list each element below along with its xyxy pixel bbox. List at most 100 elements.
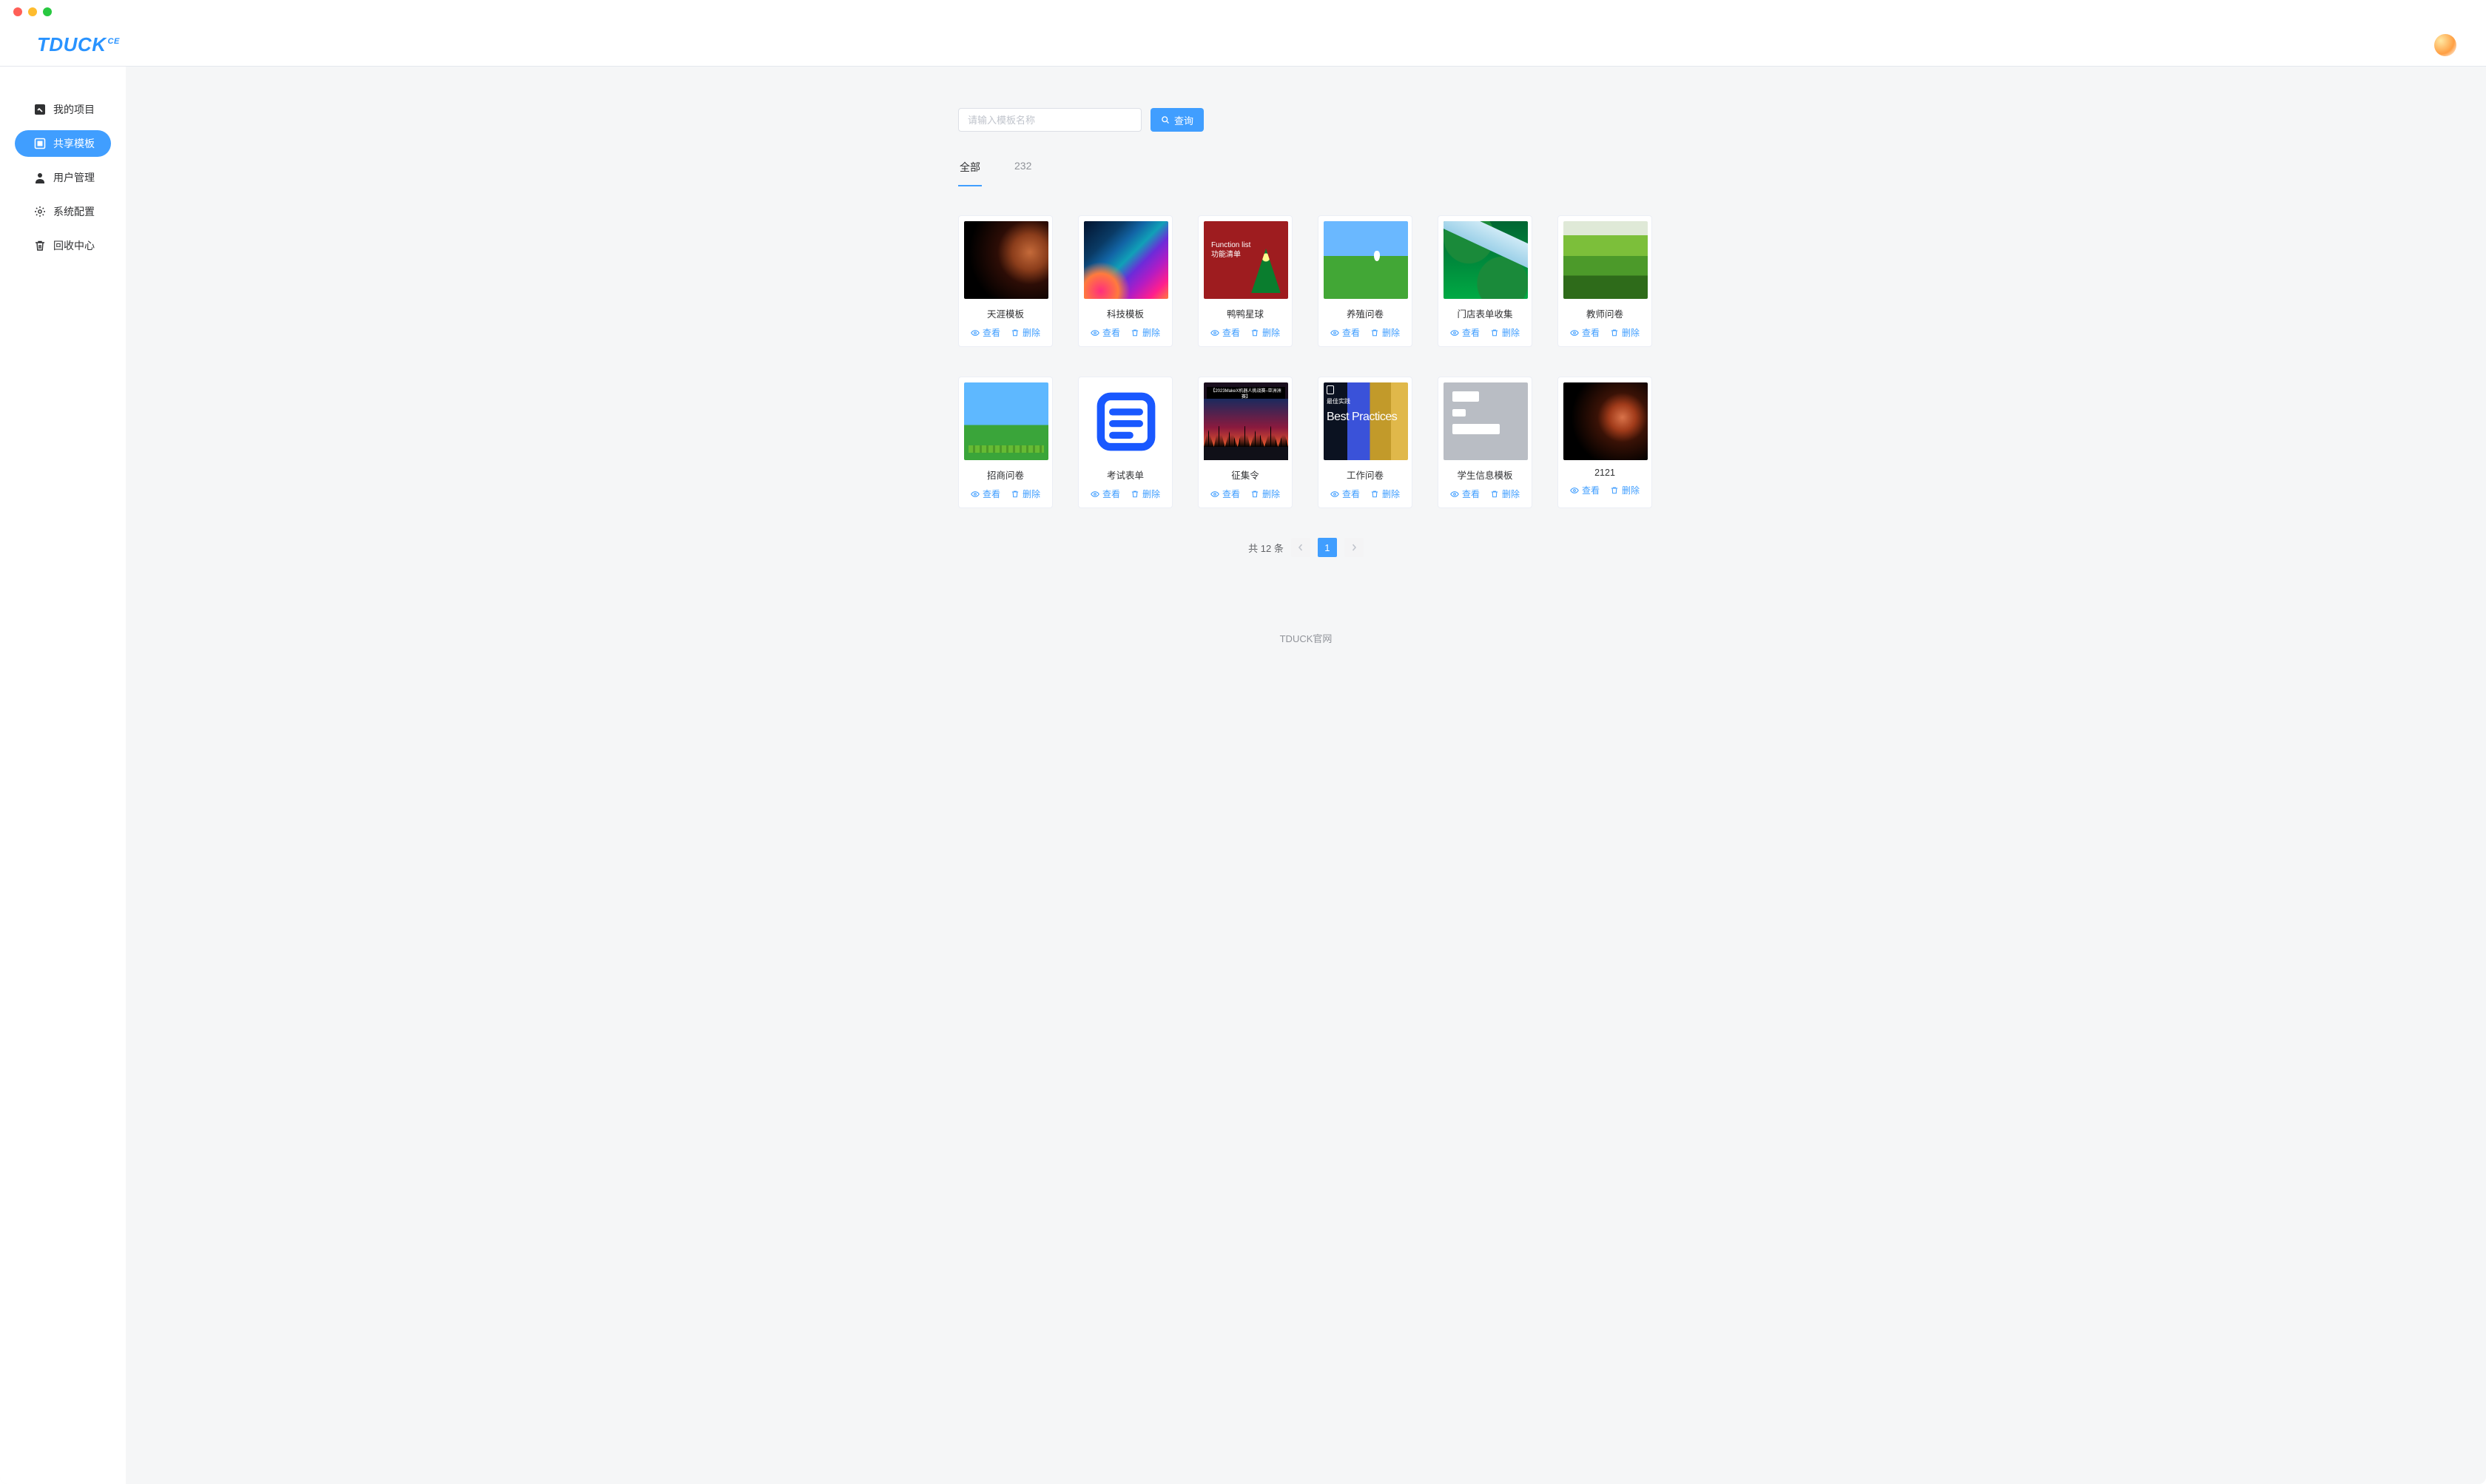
view-label: 查看	[1462, 326, 1480, 339]
delete-action[interactable]: 删除	[1131, 488, 1160, 500]
delete-action[interactable]: 删除	[1011, 488, 1040, 500]
template-card[interactable]: 天涯模板 查看 删除	[958, 215, 1053, 347]
thumbnail-text-big: Best Practices	[1327, 411, 1397, 424]
delete-action[interactable]: 删除	[1610, 484, 1640, 496]
app-header: TDUCK CE	[0, 24, 2486, 67]
pagination-total: 共 12 条	[1248, 541, 1284, 555]
template-card[interactable]: 2121 查看 删除	[1557, 377, 1652, 508]
template-title: 教师问卷	[1558, 306, 1651, 320]
view-label: 查看	[1582, 326, 1600, 339]
logo-main: TDUCK	[37, 33, 107, 56]
sidebar: 我的项目 共享模板 用户管理 系统配置	[0, 67, 126, 1484]
template-thumbnail: 最佳实践 Best Practices	[1324, 382, 1408, 460]
template-actions: 查看 删除	[959, 488, 1052, 500]
logo-sup: CE	[108, 37, 120, 46]
template-title: 征集令	[1199, 468, 1292, 482]
view-action[interactable]: 查看	[1450, 488, 1480, 500]
view-action[interactable]: 查看	[971, 488, 1000, 500]
trash-icon	[1250, 328, 1259, 337]
pagination-prev-button[interactable]	[1291, 538, 1310, 557]
view-action[interactable]: 查看	[1091, 488, 1120, 500]
template-title: 工作问卷	[1318, 468, 1412, 482]
tab-all[interactable]: 全部	[958, 160, 982, 186]
template-thumbnail	[1563, 382, 1648, 460]
template-title: 2121	[1558, 468, 1651, 478]
template-card[interactable]: 考试表单 查看 删除	[1078, 377, 1173, 508]
view-label: 查看	[1582, 484, 1600, 496]
sidebar-item-label: 系统配置	[53, 204, 95, 219]
window-maximize-button[interactable]	[43, 7, 52, 16]
template-card[interactable]: 教师问卷 查看 删除	[1557, 215, 1652, 347]
view-action[interactable]: 查看	[1091, 326, 1120, 339]
view-action[interactable]: 查看	[1210, 488, 1240, 500]
template-card[interactable]: 科技模板 查看 删除	[1078, 215, 1173, 347]
delete-action[interactable]: 删除	[1370, 326, 1400, 339]
view-action[interactable]: 查看	[1330, 326, 1360, 339]
template-actions: 查看 删除	[1079, 488, 1172, 500]
trash-icon	[1490, 328, 1499, 337]
delete-action[interactable]: 删除	[1610, 326, 1640, 339]
avatar[interactable]	[2434, 34, 2456, 56]
view-label: 查看	[1342, 326, 1360, 339]
trash-icon	[1011, 490, 1020, 499]
sidebar-item-label: 我的项目	[53, 102, 95, 117]
logo[interactable]: TDUCK CE	[37, 33, 120, 56]
template-card[interactable]: 养殖问卷 查看 删除	[1318, 215, 1412, 347]
delete-label: 删除	[1622, 484, 1640, 496]
template-card[interactable]: 最佳实践 Best Practices 工作问卷 查看 删除	[1318, 377, 1412, 508]
template-actions: 查看 删除	[1199, 326, 1292, 339]
delete-action[interactable]: 删除	[1490, 326, 1520, 339]
trash-icon	[1250, 490, 1259, 499]
sidebar-item-system-config[interactable]: 系统配置	[15, 198, 111, 225]
view-action[interactable]: 查看	[1330, 488, 1360, 500]
chevron-left-icon	[1297, 544, 1304, 551]
delete-action[interactable]: 删除	[1131, 326, 1160, 339]
view-action[interactable]: 查看	[1570, 484, 1600, 496]
search-button[interactable]: 查询	[1151, 108, 1204, 132]
sidebar-item-label: 回收中心	[53, 238, 95, 253]
template-title: 天涯模板	[959, 306, 1052, 320]
eye-icon	[1570, 328, 1579, 337]
delete-action[interactable]: 删除	[1490, 488, 1520, 500]
delete-action[interactable]: 删除	[1370, 488, 1400, 500]
template-title: 门店表单收集	[1438, 306, 1532, 320]
template-thumbnail	[1084, 221, 1168, 299]
view-action[interactable]: 查看	[1450, 326, 1480, 339]
template-card[interactable]: 招商问卷 查看 删除	[958, 377, 1053, 508]
template-thumbnail	[964, 382, 1048, 460]
thumbnail-text: 【2023MakeX机器人挑战赛–亚洲洲赛】征集令	[1207, 387, 1285, 399]
template-card[interactable]: 学生信息模板 查看 删除	[1438, 377, 1532, 508]
sidebar-item-label: 用户管理	[53, 170, 95, 185]
delete-label: 删除	[1382, 326, 1400, 339]
delete-label: 删除	[1502, 326, 1520, 339]
template-card[interactable]: 门店表单收集 查看 删除	[1438, 215, 1532, 347]
sidebar-item-label: 共享模板	[53, 136, 95, 151]
sidebar-item-user-management[interactable]: 用户管理	[15, 164, 111, 191]
pagination-page-1[interactable]: 1	[1318, 538, 1337, 557]
footer-link[interactable]: TDUCK官网	[958, 557, 1654, 675]
window-minimize-button[interactable]	[28, 7, 37, 16]
template-name-input[interactable]	[958, 108, 1142, 132]
sidebar-item-shared-templates[interactable]: 共享模板	[15, 130, 111, 157]
window-close-button[interactable]	[13, 7, 22, 16]
view-label: 查看	[1462, 488, 1480, 500]
template-card[interactable]: Function list功能清单 鸭鸭星球 查看 删除	[1198, 215, 1293, 347]
template-card[interactable]: 【2023MakeX机器人挑战赛–亚洲洲赛】征集令 征集令 查看 删除	[1198, 377, 1293, 508]
view-label: 查看	[983, 488, 1000, 500]
view-action[interactable]: 查看	[1570, 326, 1600, 339]
delete-action[interactable]: 删除	[1011, 326, 1040, 339]
template-actions: 查看 删除	[1079, 326, 1172, 339]
thumbnail-text-small: 最佳实践	[1327, 397, 1350, 405]
delete-label: 删除	[1023, 488, 1040, 500]
pagination-next-button[interactable]	[1344, 538, 1364, 557]
template-actions: 查看 删除	[1558, 326, 1651, 339]
view-action[interactable]: 查看	[971, 326, 1000, 339]
tab-232[interactable]: 232	[1013, 160, 1033, 186]
sidebar-item-my-projects[interactable]: 我的项目	[15, 96, 111, 123]
delete-action[interactable]: 删除	[1250, 488, 1280, 500]
sidebar-item-recycle[interactable]: 回收中心	[15, 232, 111, 259]
view-action[interactable]: 查看	[1210, 326, 1240, 339]
trash-icon	[1370, 490, 1379, 499]
delete-action[interactable]: 删除	[1250, 326, 1280, 339]
thumbnail-text: Function list功能清单	[1211, 240, 1250, 260]
